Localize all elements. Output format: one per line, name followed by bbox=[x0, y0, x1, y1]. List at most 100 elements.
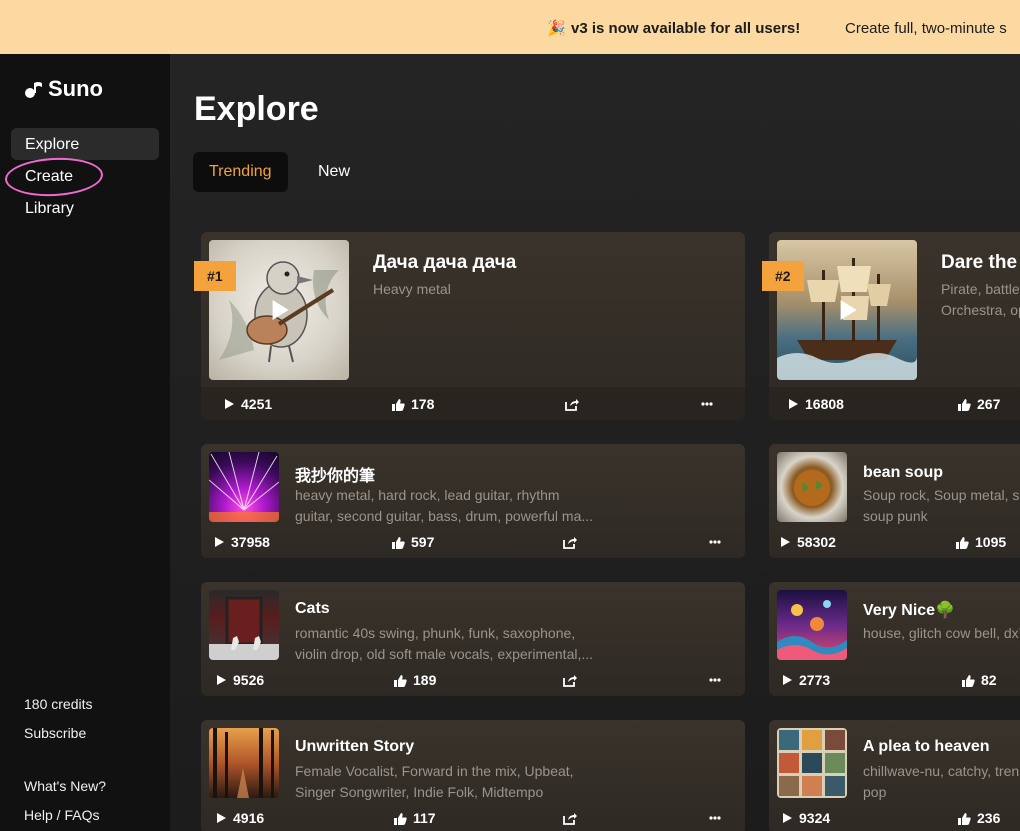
share-icon[interactable] bbox=[565, 398, 579, 411]
banner-highlight: v3 is now available for all users! bbox=[571, 20, 801, 37]
thumbs-up-icon bbox=[394, 674, 407, 687]
share-icon[interactable] bbox=[563, 812, 577, 825]
play-icon bbox=[789, 399, 798, 409]
tab-trending[interactable]: Trending bbox=[193, 152, 288, 192]
brand-name: Suno bbox=[48, 76, 103, 101]
party-icon: 🎉 bbox=[547, 20, 566, 37]
share-icon[interactable] bbox=[563, 674, 577, 687]
soup-bowl-artwork bbox=[794, 470, 830, 506]
song-card[interactable]: Unwritten Story Female Vocalist, Forward… bbox=[201, 720, 745, 831]
thumbs-up-icon bbox=[956, 536, 969, 549]
song-card[interactable]: A plea to heaven chillwave-nu, catchy, t… bbox=[769, 720, 1020, 831]
forest-sunset-artwork bbox=[213, 728, 274, 798]
play-count[interactable]: 37958 bbox=[213, 534, 270, 550]
song-card[interactable]: Very Nice🌳 house, glitch cow bell, dx7 2… bbox=[769, 582, 1020, 696]
thumbs-up-icon bbox=[962, 674, 975, 687]
play-count[interactable]: 4251 bbox=[223, 396, 272, 412]
song-cover[interactable] bbox=[777, 452, 847, 522]
like-count[interactable]: 82 bbox=[961, 672, 997, 688]
like-count[interactable]: 189 bbox=[393, 672, 436, 688]
play-icon bbox=[225, 399, 234, 409]
like-count[interactable]: 267 bbox=[957, 396, 1000, 412]
song-title[interactable]: Unwritten Story bbox=[295, 738, 414, 756]
sidebar-item-library[interactable]: Library bbox=[11, 192, 159, 224]
sidebar-item-create[interactable]: Create bbox=[11, 160, 159, 192]
song-cover[interactable] bbox=[209, 590, 279, 660]
song-tags: Pirate, battle, Orchestra, op bbox=[941, 281, 1020, 318]
like-count[interactable]: 178 bbox=[391, 396, 434, 412]
song-title[interactable]: Dare the bbox=[941, 252, 1017, 274]
song-title[interactable]: bean soup bbox=[863, 464, 943, 482]
featured-song-card[interactable]: Dare the Pirate, battle, Orchestra, op 1… bbox=[769, 232, 1020, 420]
play-count[interactable]: 16808 bbox=[787, 396, 844, 412]
thumbs-up-icon bbox=[394, 812, 407, 825]
play-count[interactable]: 2773 bbox=[781, 672, 830, 688]
tab-new[interactable]: New bbox=[302, 152, 366, 192]
cats-doorway-artwork bbox=[209, 596, 279, 660]
song-tags: chillwave-nu, catchy, tren pop bbox=[863, 763, 1020, 800]
sidebar: Suno Explore Create Library 180 credits … bbox=[0, 54, 170, 831]
song-tags: Female Vocalist, Forward in the mix, Upb… bbox=[295, 763, 574, 800]
song-cover[interactable] bbox=[209, 452, 279, 522]
play-icon bbox=[217, 675, 226, 685]
song-title[interactable]: Cats bbox=[295, 600, 330, 618]
play-icon bbox=[781, 537, 790, 547]
play-icon bbox=[783, 813, 792, 823]
sidebar-item-explore[interactable]: Explore bbox=[11, 128, 159, 160]
rank-badge: #1 bbox=[194, 261, 236, 291]
play-icon bbox=[217, 813, 226, 823]
main-content: Explore Trending New Дача дача дача Heav… bbox=[170, 54, 1020, 831]
play-overlay-icon[interactable] bbox=[272, 300, 289, 320]
song-card[interactable]: Cats romantic 40s swing, phunk, funk, sa… bbox=[201, 582, 745, 696]
play-icon bbox=[783, 675, 792, 685]
song-tags: Heavy metal bbox=[373, 281, 451, 297]
subscribe-link[interactable]: Subscribe bbox=[24, 725, 86, 741]
featured-song-card[interactable]: Дача дача дача Heavy metal 4251 178 bbox=[201, 232, 745, 420]
more-options-icon[interactable] bbox=[709, 816, 721, 820]
suno-logo[interactable]: Suno bbox=[24, 76, 103, 102]
song-cover[interactable] bbox=[209, 728, 279, 798]
play-overlay-icon[interactable] bbox=[840, 300, 857, 320]
rank-badge: #2 bbox=[762, 261, 804, 291]
song-title[interactable]: A plea to heaven bbox=[863, 738, 990, 756]
like-count[interactable]: 597 bbox=[391, 534, 434, 550]
banner-text: Create full, two-minute s bbox=[845, 20, 1007, 37]
thumbs-up-icon bbox=[958, 398, 971, 411]
song-tags: romantic 40s swing, phunk, funk, saxopho… bbox=[295, 625, 594, 662]
thumbs-up-icon bbox=[392, 536, 405, 549]
play-count[interactable]: 58302 bbox=[779, 534, 836, 550]
more-options-icon[interactable] bbox=[701, 402, 713, 406]
song-title[interactable]: Very Nice🌳 bbox=[863, 600, 955, 620]
play-count[interactable]: 4916 bbox=[215, 810, 264, 826]
thumbs-up-icon bbox=[958, 812, 971, 825]
like-count[interactable]: 236 bbox=[957, 810, 1000, 826]
song-tags: Soup rock, Soup metal, so soup punk bbox=[863, 487, 1020, 524]
whats-new-link[interactable]: What's New? bbox=[24, 778, 106, 794]
announcement-banner[interactable]: 🎉 v3 is now available for all users! Cre… bbox=[0, 0, 1020, 54]
song-cover[interactable] bbox=[777, 590, 847, 660]
play-icon bbox=[215, 537, 224, 547]
song-title[interactable]: 我抄你的筆 bbox=[295, 462, 375, 486]
tiled-icons-artwork bbox=[779, 730, 845, 796]
more-options-icon[interactable] bbox=[709, 540, 721, 544]
music-note-icon bbox=[25, 82, 42, 98]
song-card[interactable]: bean soup Soup rock, Soup metal, so soup… bbox=[769, 444, 1020, 558]
song-card[interactable]: 我抄你的筆 heavy metal, hard rock, lead guita… bbox=[201, 444, 745, 558]
share-icon[interactable] bbox=[563, 536, 577, 549]
stats-bar bbox=[201, 387, 745, 420]
page-title: Explore bbox=[194, 90, 319, 128]
song-title[interactable]: Дача дача дача bbox=[373, 252, 516, 274]
more-options-icon[interactable] bbox=[709, 678, 721, 682]
laser-lights-artwork bbox=[209, 452, 279, 522]
play-count[interactable]: 9526 bbox=[215, 672, 264, 688]
song-cover[interactable] bbox=[777, 728, 847, 798]
like-count[interactable]: 1095 bbox=[955, 534, 1006, 550]
like-count[interactable]: 117 bbox=[393, 810, 436, 826]
song-tags: heavy metal, hard rock, lead guitar, rhy… bbox=[295, 487, 594, 524]
song-tags: house, glitch cow bell, dx7 bbox=[863, 625, 1020, 641]
help-faqs-link[interactable]: Help / FAQs bbox=[24, 807, 99, 823]
cosmic-pattern-artwork bbox=[777, 600, 847, 660]
thumbs-up-icon bbox=[392, 398, 405, 411]
credits-count: 180 credits bbox=[24, 696, 93, 712]
play-count[interactable]: 9324 bbox=[781, 810, 830, 826]
